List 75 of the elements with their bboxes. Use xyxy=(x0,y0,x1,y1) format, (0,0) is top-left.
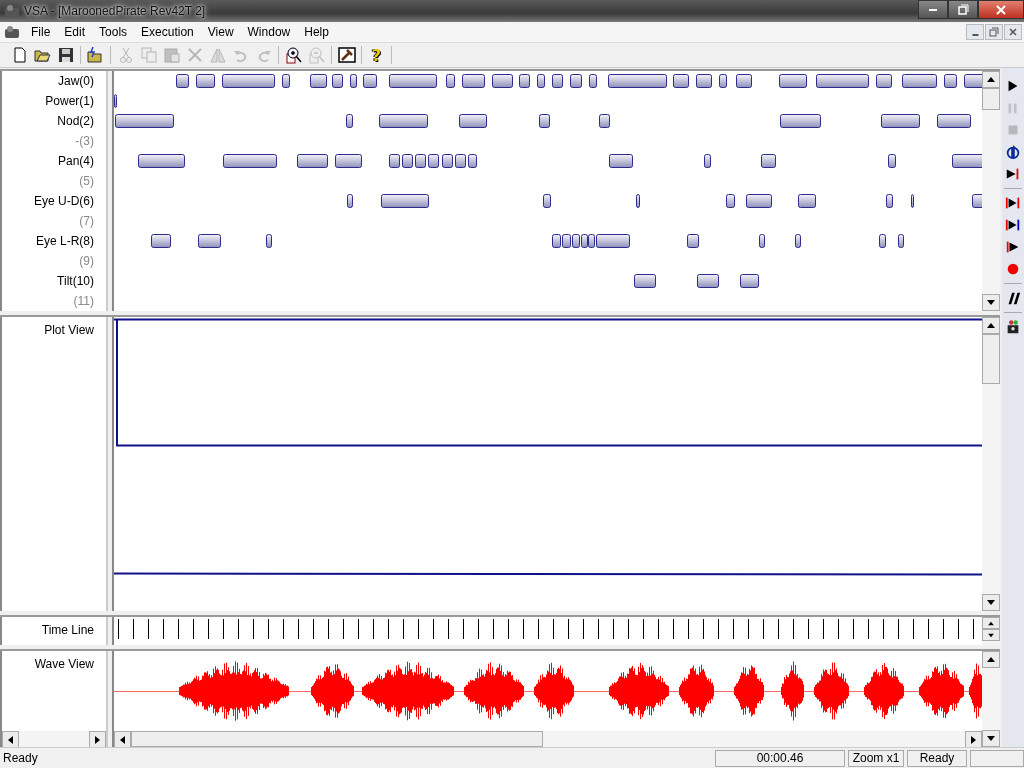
minimize-button[interactable] xyxy=(918,0,948,19)
scroll-thumb[interactable] xyxy=(982,88,1000,110)
play-between-marks-icon xyxy=(1005,195,1021,211)
channel-label[interactable]: Pan(4) xyxy=(2,151,106,171)
menu-item[interactable]: Window xyxy=(240,25,298,39)
wave-view-label: Wave View xyxy=(33,655,95,671)
vertical-scrollbar[interactable] xyxy=(982,317,1000,612)
channel-label[interactable]: (7) xyxy=(2,211,106,231)
channel-label[interactable]: Power(1) xyxy=(2,91,106,111)
scroll-right-arrow-icon[interactable] xyxy=(94,735,101,744)
vertical-scrollbar[interactable] xyxy=(982,71,1000,312)
scroll-down-arrow-icon[interactable] xyxy=(987,299,995,307)
channel-label[interactable]: (11) xyxy=(2,291,106,311)
close-icon xyxy=(995,3,1007,16)
menu-item[interactable]: File xyxy=(24,25,58,39)
channel-label[interactable]: Tilt(10) xyxy=(2,271,106,291)
delete-x-icon xyxy=(185,46,204,64)
play-to-mark-icon xyxy=(1005,166,1021,182)
scroll-up-arrow-icon[interactable] xyxy=(987,655,995,663)
restore-icon xyxy=(989,27,999,37)
spin-down-arrow-icon[interactable] xyxy=(988,632,994,638)
spin-up-arrow-icon[interactable] xyxy=(988,620,994,626)
restore-icon xyxy=(957,3,969,16)
copy-icon xyxy=(139,46,158,64)
zoom-out-icon xyxy=(307,46,326,64)
minimize-icon xyxy=(928,8,938,11)
status-message: Ready xyxy=(2,751,39,765)
channel-label[interactable]: Eye U-D(6) xyxy=(2,191,106,211)
menu-item[interactable]: Help xyxy=(297,25,336,39)
vertical-scrollbar[interactable] xyxy=(982,650,1000,747)
plot-view-label: Plot View xyxy=(43,322,95,338)
camera-icon xyxy=(1005,319,1021,335)
spin-scrollbar[interactable] xyxy=(982,617,1000,645)
close-icon xyxy=(1008,27,1018,37)
paste-icon xyxy=(162,46,181,64)
maximize-button[interactable] xyxy=(948,0,978,19)
channel-label[interactable]: (9) xyxy=(2,251,106,271)
minimize-button[interactable] xyxy=(966,24,984,40)
time-readout: 00:00.46 xyxy=(715,749,845,767)
horizontal-scrollbar[interactable] xyxy=(114,731,982,747)
folder-lightning-icon xyxy=(86,46,105,64)
mirror-icon xyxy=(208,46,227,64)
menu-item[interactable]: Edit xyxy=(57,25,93,39)
channel-label[interactable]: Nod(2) xyxy=(2,111,106,131)
hammer-window-icon xyxy=(337,46,356,64)
toolbar-button[interactable] xyxy=(335,44,358,66)
zoom-in-icon xyxy=(284,46,303,64)
close-button[interactable] xyxy=(1004,24,1022,40)
scroll-right-arrow-icon[interactable] xyxy=(970,735,977,744)
scroll-down-arrow-icon[interactable] xyxy=(987,599,995,607)
play-marked-range-icon xyxy=(1005,217,1021,233)
loop-icon xyxy=(1005,144,1021,160)
channel-label[interactable]: -(3) xyxy=(2,131,106,151)
time-line-label: Time Line xyxy=(40,622,95,638)
channel-label[interactable]: Eye L-R(8) xyxy=(2,231,106,251)
menu-item[interactable]: Execution xyxy=(134,25,201,39)
window-title: VSA - [MaroonedPirate Rev42T 2] xyxy=(24,4,206,18)
scroll-thumb[interactable] xyxy=(131,731,543,747)
menu-item[interactable]: View xyxy=(200,25,241,39)
zoom-readout: Zoom x1 xyxy=(848,749,904,767)
state-readout: Ready xyxy=(907,749,967,767)
scroll-left-arrow-icon[interactable] xyxy=(119,735,126,744)
scroll-left-arrow-icon[interactable] xyxy=(7,735,14,744)
close-button[interactable] xyxy=(978,0,1024,19)
scroll-thumb[interactable] xyxy=(982,334,1000,385)
scroll-down-arrow-icon[interactable] xyxy=(987,735,995,742)
horizontal-scrollbar[interactable] xyxy=(2,731,106,747)
status-pane xyxy=(970,749,1024,767)
minimize-icon xyxy=(971,34,979,36)
channel-label[interactable]: Jaw(0) xyxy=(2,71,106,91)
scroll-up-arrow-icon[interactable] xyxy=(987,76,995,83)
scroll-up-arrow-icon[interactable] xyxy=(987,322,995,330)
record-icon xyxy=(1005,261,1021,277)
menu-item[interactable]: Tools xyxy=(92,25,135,39)
channel-label[interactable]: (5) xyxy=(2,171,106,191)
